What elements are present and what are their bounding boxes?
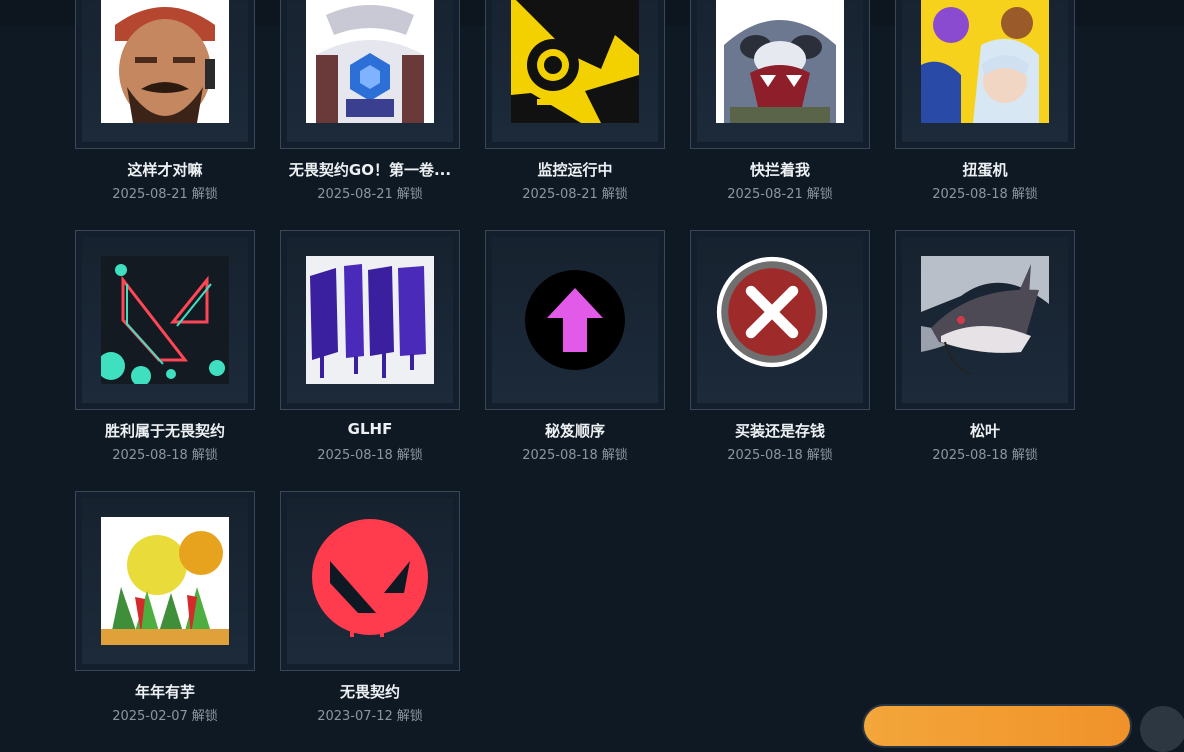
valorant-logo-splatter-icon	[101, 256, 229, 384]
glhf-graffiti-icon	[306, 256, 434, 384]
spray-thumbnail	[75, 491, 255, 671]
spray-title: 监控运行中	[537, 161, 613, 179]
up-arrow-icon	[525, 270, 625, 370]
fruit-basket-icon	[101, 517, 229, 645]
spray-thumbnail	[485, 0, 665, 149]
spray-title: 松叶	[969, 422, 1000, 440]
spray-title: 买装还是存钱	[734, 422, 825, 440]
bearded-agent-icon	[101, 0, 229, 123]
spray-thumbnail	[75, 230, 255, 410]
spray-title: 无畏契约	[339, 683, 400, 701]
spray-collection-grid: 这样才对嘛 2025-08-21 解锁 无畏契约GO！第一卷... 2025-08…	[75, 0, 1085, 724]
spray-card[interactable]: 这样才对嘛 2025-08-21 解锁	[75, 0, 255, 209]
spray-thumbnail	[485, 230, 665, 410]
spray-title: 扭蛋机	[962, 161, 1008, 179]
spray-title: 胜利属于无畏契约	[104, 422, 225, 440]
spray-card[interactable]: 无畏契约GO！第一卷... 2025-08-21 解锁	[280, 0, 460, 209]
unlock-date: 2025-08-18 解锁	[112, 448, 218, 463]
spray-title: 快拦着我	[749, 161, 810, 179]
spray-thumbnail	[280, 0, 460, 149]
red-x-button-icon	[716, 256, 844, 384]
spray-card[interactable]: GLHF 2025-08-18 解锁	[280, 230, 460, 470]
spray-card[interactable]: 买装还是存钱 2025-08-18 解锁	[690, 230, 870, 470]
spray-thumbnail: 300	[895, 0, 1075, 149]
spray-card[interactable]: 无畏契约 2023-07-12 解锁	[280, 491, 460, 731]
unlock-date: 2025-08-21 解锁	[727, 187, 833, 202]
spray-title: 秘笈顺序	[544, 422, 605, 440]
valorant-red-logo-icon	[306, 517, 434, 645]
spray-thumbnail	[895, 230, 1075, 410]
spray-card[interactable]: 秘笈顺序 2025-08-18 解锁	[485, 230, 665, 470]
unlock-date: 2025-02-07 解锁	[112, 709, 218, 724]
spray-card[interactable]: 松叶 2025-08-18 解锁	[895, 230, 1075, 470]
armored-agent-icon	[306, 0, 434, 123]
spray-title: GLHF	[347, 420, 393, 438]
unlock-date: 2025-08-21 解锁	[112, 187, 218, 202]
spray-card[interactable]: 300 扭蛋机 2025-08-18解锁	[895, 0, 1075, 209]
spray-card[interactable]: 胜利属于无畏契约 2025-08-18 解锁	[75, 230, 255, 470]
unlock-date: 2025-08-18 解锁	[932, 187, 1038, 202]
spray-card[interactable]: 年年有芋 2025-02-07 解锁	[75, 491, 255, 731]
spray-card[interactable]: 快拦着我 2025-08-21 解锁	[690, 0, 870, 209]
floating-action-pill[interactable]	[862, 704, 1132, 748]
unlock-date: 2025-08-18 解锁	[727, 448, 833, 463]
spray-title: 这样才对嘛	[127, 161, 203, 179]
unlock-date: 2025-08-21 解锁	[317, 187, 423, 202]
catfish-icon	[921, 256, 1049, 384]
robot-camera-icon	[511, 0, 639, 123]
spray-title: 无畏契约GO！第一卷...	[288, 161, 452, 179]
unlock-date: 2025-08-18 解锁	[932, 448, 1038, 463]
spray-title: 年年有芋	[134, 683, 195, 701]
unlock-date: 2025-08-18 解锁	[522, 448, 628, 463]
spray-thumbnail	[75, 0, 255, 149]
spray-thumbnail	[280, 230, 460, 410]
unlock-date: 2025-08-18 解锁	[317, 448, 423, 463]
spray-thumbnail	[690, 230, 870, 410]
gacha-agents-icon: 300	[921, 0, 1049, 123]
shouting-panda-icon	[716, 0, 844, 123]
spray-card[interactable]: 监控运行中 2025-08-21 解锁	[485, 0, 665, 209]
floating-round-button[interactable]	[1140, 706, 1184, 752]
unlock-date: 2023-07-12 解锁	[317, 709, 423, 724]
spray-thumbnail	[280, 491, 460, 671]
spray-thumbnail	[690, 0, 870, 149]
unlock-date: 2025-08-21 解锁	[522, 187, 628, 202]
